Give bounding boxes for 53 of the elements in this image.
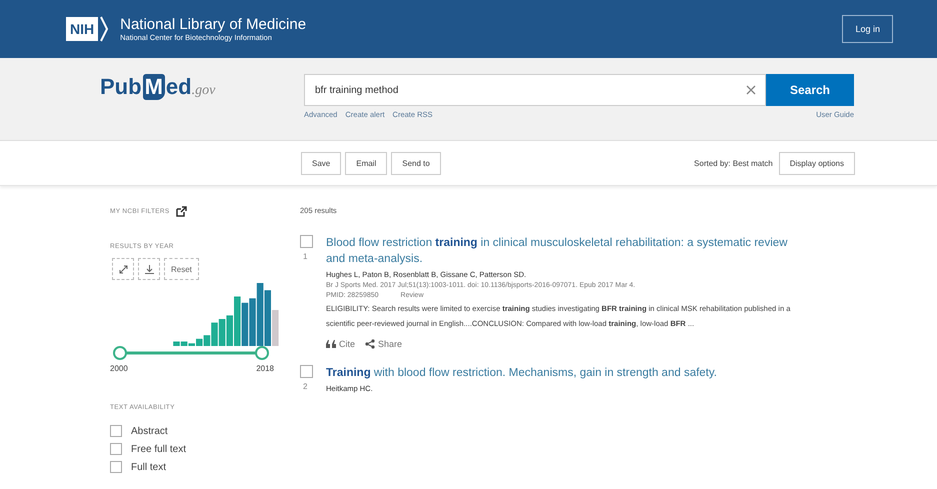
checkbox[interactable] [110, 425, 122, 437]
login-button[interactable]: Log in [842, 15, 893, 43]
histogram-bar[interactable] [272, 310, 279, 346]
checkbox[interactable] [110, 461, 122, 473]
search-button[interactable]: Search [766, 74, 854, 106]
expand-icon [118, 264, 128, 274]
result-number: 1 [302, 252, 308, 261]
histogram-bar[interactable] [218, 319, 226, 346]
share-button[interactable]: Share [365, 339, 402, 349]
filter-label[interactable]: Abstract [131, 426, 168, 436]
cite-button[interactable]: Cite [326, 339, 356, 349]
search-field[interactable]: bfr training method [304, 74, 766, 106]
reset-button[interactable]: Reset [164, 258, 199, 280]
site-title: National Library of Medicine [120, 16, 308, 33]
slider-handle[interactable] [255, 346, 269, 360]
histogram-bar[interactable] [242, 302, 248, 346]
checkbox[interactable] [300, 365, 313, 378]
expand-button[interactable] [112, 258, 134, 280]
checkbox[interactable] [110, 443, 122, 455]
pubmed-logo[interactable]: Pub M ed.gov [100, 74, 240, 106]
article-title-link[interactable]: Blood flow restriction training in clinical musculoskeletal rehabilitation: a systematic review and meta-analysis. [326, 235, 801, 267]
histogram-bar[interactable] [180, 342, 188, 346]
slider-handle[interactable] [113, 346, 127, 360]
display-options-button[interactable]: Display options [778, 152, 855, 174]
download-icon [144, 264, 154, 274]
chevron-icon [100, 16, 108, 42]
result-number: 2 [302, 382, 308, 391]
histogram-bar[interactable] [256, 283, 264, 346]
toolbar-button[interactable]: Save [301, 152, 342, 174]
share-icon [365, 339, 376, 349]
histogram-bar[interactable] [226, 315, 233, 346]
toolbar-button[interactable]: Email [345, 152, 388, 174]
sort-label: Sorted by: Best match [694, 158, 773, 168]
quote-icon [326, 340, 336, 348]
checkbox[interactable] [300, 235, 313, 248]
external-link-icon[interactable] [176, 206, 187, 217]
toolbar-button[interactable]: Send to [391, 152, 441, 174]
histogram-bar[interactable] [249, 298, 256, 346]
year-label: 2018 [256, 364, 274, 373]
filter-label[interactable]: Free full text [131, 444, 186, 454]
histogram-bar[interactable] [211, 322, 218, 346]
histogram-bar[interactable] [204, 335, 210, 346]
histogram-bar[interactable] [264, 290, 271, 346]
filter-label[interactable]: Full text [131, 462, 166, 472]
histogram-bar[interactable] [196, 338, 203, 346]
nih-logo: NIH [66, 17, 98, 41]
histogram-bar[interactable] [173, 342, 180, 346]
histogram-bar[interactable] [188, 343, 195, 346]
year-label: 2000 [110, 364, 128, 373]
clear-icon[interactable] [746, 85, 756, 95]
download-button[interactable] [138, 258, 160, 280]
article-title-link[interactable]: Training with blood flow restriction. Mechanisms, gain in strength and safety. [326, 365, 801, 381]
histogram-bar[interactable] [234, 296, 241, 346]
